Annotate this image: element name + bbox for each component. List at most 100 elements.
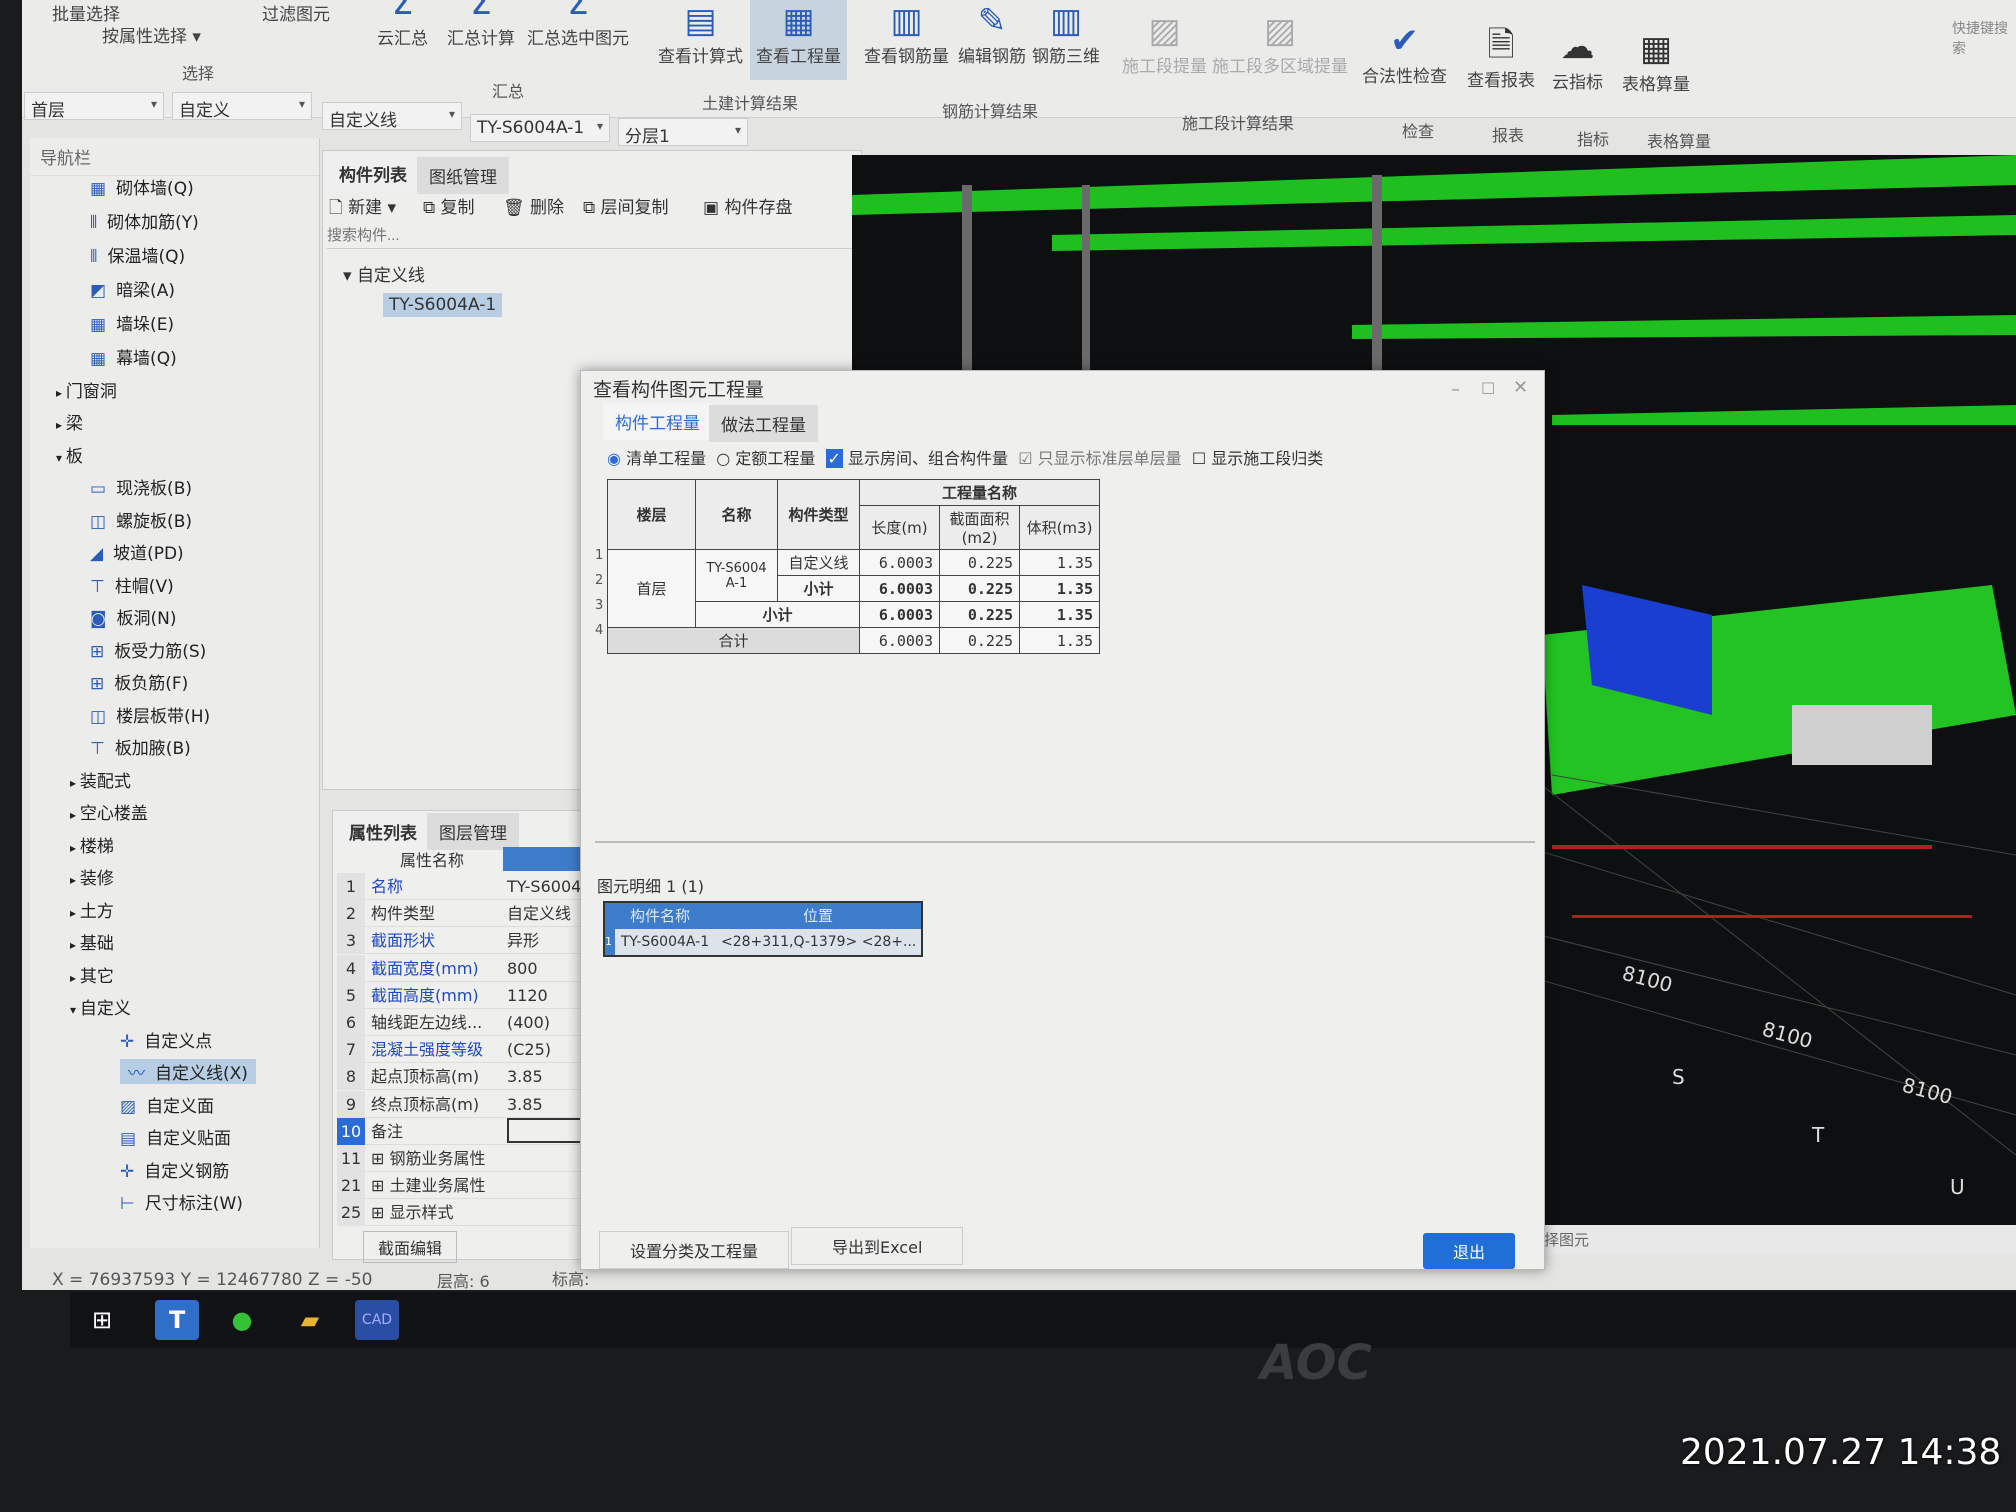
sidebar-item[interactable]: ▸ 梁 — [56, 409, 83, 434]
expand-plus-icon[interactable]: ⊞ — [371, 1149, 384, 1168]
quick-search-input[interactable]: 快捷键搜索 — [1952, 18, 2016, 58]
save-component-button[interactable]: ▣ 构件存盘 — [703, 193, 792, 218]
cloud-sum-button[interactable]: Σ 云汇总 — [377, 0, 428, 49]
close-button[interactable]: ✕ — [1513, 377, 1528, 398]
cloud-index-button[interactable]: ☁ 云指标 — [1552, 26, 1603, 93]
table-calc-button[interactable]: ▦ 表格算量 — [1622, 28, 1690, 95]
chevron-right-icon[interactable]: ▸ — [70, 938, 80, 952]
chevron-right-icon[interactable]: ▸ — [70, 776, 80, 790]
sidebar-item[interactable]: ▦ 幕墙(Q) — [90, 344, 177, 369]
floor-copy-button[interactable]: ⧉ 层间复制 — [583, 193, 669, 218]
windows-start-icon[interactable]: ⊞ — [80, 1300, 124, 1340]
copy-button[interactable]: ⧉ 复制 — [423, 193, 475, 218]
sidebar-item[interactable]: ▸ 其它 — [70, 962, 114, 987]
sidebar-item[interactable]: ✛ 自定义钢筋 — [120, 1157, 229, 1182]
property-row[interactable]: 7 混凝土强度等级 (C25) — [337, 1036, 609, 1064]
chevron-right-icon[interactable]: ▸ — [70, 971, 80, 985]
sum-calc-button[interactable]: Σ 汇总计算 — [447, 0, 515, 49]
sidebar-item[interactable]: ▸ 土方 — [70, 897, 114, 922]
sidebar-item[interactable]: ⊞ 板负筋(F) — [90, 669, 188, 694]
sidebar-item[interactable]: 〰自定义线(X) — [120, 1059, 256, 1084]
exit-button[interactable]: 退出 — [1423, 1233, 1516, 1269]
property-row[interactable]: 25 ⊞ 显示样式 — [337, 1199, 609, 1227]
sidebar-item[interactable]: ▸ 装修 — [70, 864, 114, 889]
property-row[interactable]: 6 轴线距左边线... (400) — [337, 1009, 609, 1036]
edit-rebar-button[interactable]: ✎ 编辑钢筋 — [958, 0, 1026, 67]
tab-properties[interactable]: 属性列表 — [337, 813, 429, 850]
chevron-right-icon[interactable]: ▸ — [70, 841, 80, 855]
tree-group-custom-line[interactable]: ▾ 自定义线 — [343, 261, 425, 286]
property-row[interactable]: 8 起点顶标高(m) 3.85 — [337, 1063, 609, 1091]
sidebar-item[interactable]: ⫴ 砌体加筋(Y) — [90, 208, 199, 233]
view-quantity-button[interactable]: ▦ 查看工程量 — [750, 0, 847, 80]
chevron-down-icon[interactable]: ▾ — [70, 1003, 80, 1017]
folder-icon[interactable]: ▰ — [288, 1300, 332, 1340]
checkbox-std-floor[interactable]: ☑ 只显示标准层单层量 — [1018, 449, 1181, 468]
filter-button[interactable]: 过滤图元 — [262, 0, 330, 25]
sidebar-item[interactable]: ✛ 自定义点 — [120, 1027, 212, 1052]
sidebar-item[interactable]: ▸ 门窗洞 — [56, 377, 117, 402]
component-search-input[interactable] — [327, 223, 855, 249]
property-row[interactable]: 4 截面宽度(mm) 800 — [337, 954, 609, 982]
sidebar-item[interactable]: ⊤ 柱帽(V) — [90, 572, 174, 597]
property-row[interactable]: 11 ⊞ 钢筋业务属性 — [337, 1145, 609, 1172]
chevron-right-icon[interactable]: ▸ — [70, 808, 80, 822]
radio-quota[interactable]: ○ 定额工程量 — [716, 449, 815, 468]
property-row[interactable]: 21 ⊞ 土建业务属性 — [337, 1172, 609, 1200]
legality-check-button[interactable]: ✔ 合法性检查 — [1362, 20, 1447, 87]
tree-item-component[interactable]: TY-S6004A-1 — [383, 293, 503, 317]
chevron-down-icon[interactable]: ▾ — [56, 451, 66, 465]
sidebar-item[interactable]: ▸ 装配式 — [70, 767, 131, 792]
sidebar-item[interactable]: ◫ 楼层板带(H) — [90, 702, 210, 727]
section-edit-button[interactable]: 截面编辑 — [363, 1231, 458, 1263]
chevron-right-icon[interactable]: ▸ — [70, 873, 80, 887]
sidebar-item[interactable]: ▸ 基础 — [70, 929, 114, 954]
property-row[interactable]: 3 截面形状 异形 — [337, 927, 609, 955]
sidebar-item[interactable]: ◩ 暗梁(A) — [90, 276, 175, 301]
tab-drawing-manage[interactable]: 图纸管理 — [417, 157, 509, 194]
property-row[interactable]: 5 截面高度(mm) 1120 — [337, 981, 609, 1009]
wechat-icon[interactable]: ● — [220, 1300, 264, 1340]
sum-selected-button[interactable]: Σ 汇总选中图元 — [527, 0, 629, 49]
view-formula-button[interactable]: ▤ 查看计算式 — [658, 0, 743, 67]
type-select[interactable]: 自定义线 — [322, 102, 462, 131]
tab-component-list[interactable]: 构件列表 — [327, 155, 419, 192]
sidebar-item[interactable]: ⦀ 保温墙(Q) — [90, 242, 185, 267]
sidebar-item[interactable]: ⊞ 板受力筋(S) — [90, 637, 206, 662]
tab-method-quantity[interactable]: 做法工程量 — [709, 405, 818, 442]
view-rebar-button[interactable]: ▥ 查看钢筋量 — [864, 0, 949, 67]
layer-select[interactable]: 分层1 — [618, 118, 748, 147]
stage-qty-button[interactable]: ▨ 施工段提量 — [1122, 10, 1207, 77]
chevron-right-icon[interactable]: ▸ — [56, 418, 66, 432]
tab-component-quantity[interactable]: 构件工程量 — [603, 403, 712, 440]
tab-layer-manage[interactable]: 图层管理 — [427, 813, 519, 850]
chevron-right-icon[interactable]: ▸ — [70, 906, 80, 920]
sidebar-item[interactable]: ▸ 空心楼盖 — [70, 799, 148, 824]
export-excel-button[interactable]: 导出到Excel — [791, 1227, 964, 1265]
sidebar-item[interactable]: ▭ 现浇板(B) — [90, 474, 192, 499]
sidebar-item[interactable]: ▾ 自定义 — [70, 994, 131, 1019]
stage-multi-button[interactable]: ▨ 施工段多区域提量 — [1212, 10, 1348, 77]
chevron-right-icon[interactable]: ▸ — [56, 386, 66, 400]
sidebar-item[interactable]: ⊤ 板加腋(B) — [90, 734, 191, 759]
gtj-app-icon[interactable]: T — [155, 1300, 199, 1340]
rebar-3d-button[interactable]: ▥ 钢筋三维 — [1032, 0, 1100, 67]
radio-bill[interactable]: ◉ 清单工程量 — [607, 449, 706, 468]
sidebar-item[interactable]: ◙ 板洞(N) — [90, 604, 176, 629]
sidebar-item[interactable]: ▦ 墙垛(E) — [90, 310, 174, 335]
sidebar-item[interactable]: ▨ 自定义面 — [120, 1092, 214, 1117]
minimize-button[interactable]: – — [1451, 379, 1460, 400]
select-by-attr-button[interactable]: 按属性选择 ▾ — [102, 22, 201, 47]
table-row[interactable]: 1 TY-S6004A-1 <28+311,Q-1379> <28+... — [605, 929, 921, 955]
sidebar-item[interactable]: ▤ 自定义贴面 — [120, 1124, 231, 1149]
property-row[interactable]: 2 构件类型 自定义线 — [337, 900, 609, 928]
delete-button[interactable]: 🗑 删除 — [503, 193, 564, 218]
property-row[interactable]: 1 名称 TY-S6004A-1 — [337, 873, 609, 900]
sidebar-item[interactable]: ▦ 砌体墙(Q) — [90, 174, 194, 199]
checkbox-stage[interactable]: ☐ 显示施工段归类 — [1192, 449, 1323, 468]
sidebar-item[interactable]: ⊢ 尺寸标注(W) — [120, 1189, 243, 1214]
sidebar-item[interactable]: ◢ 坡道(PD) — [90, 539, 184, 564]
property-row[interactable]: 9 终点顶标高(m) 3.85 — [337, 1090, 609, 1118]
floor-select[interactable]: 首层 — [24, 92, 164, 121]
component-select[interactable]: TY-S6004A-1 — [470, 114, 610, 142]
